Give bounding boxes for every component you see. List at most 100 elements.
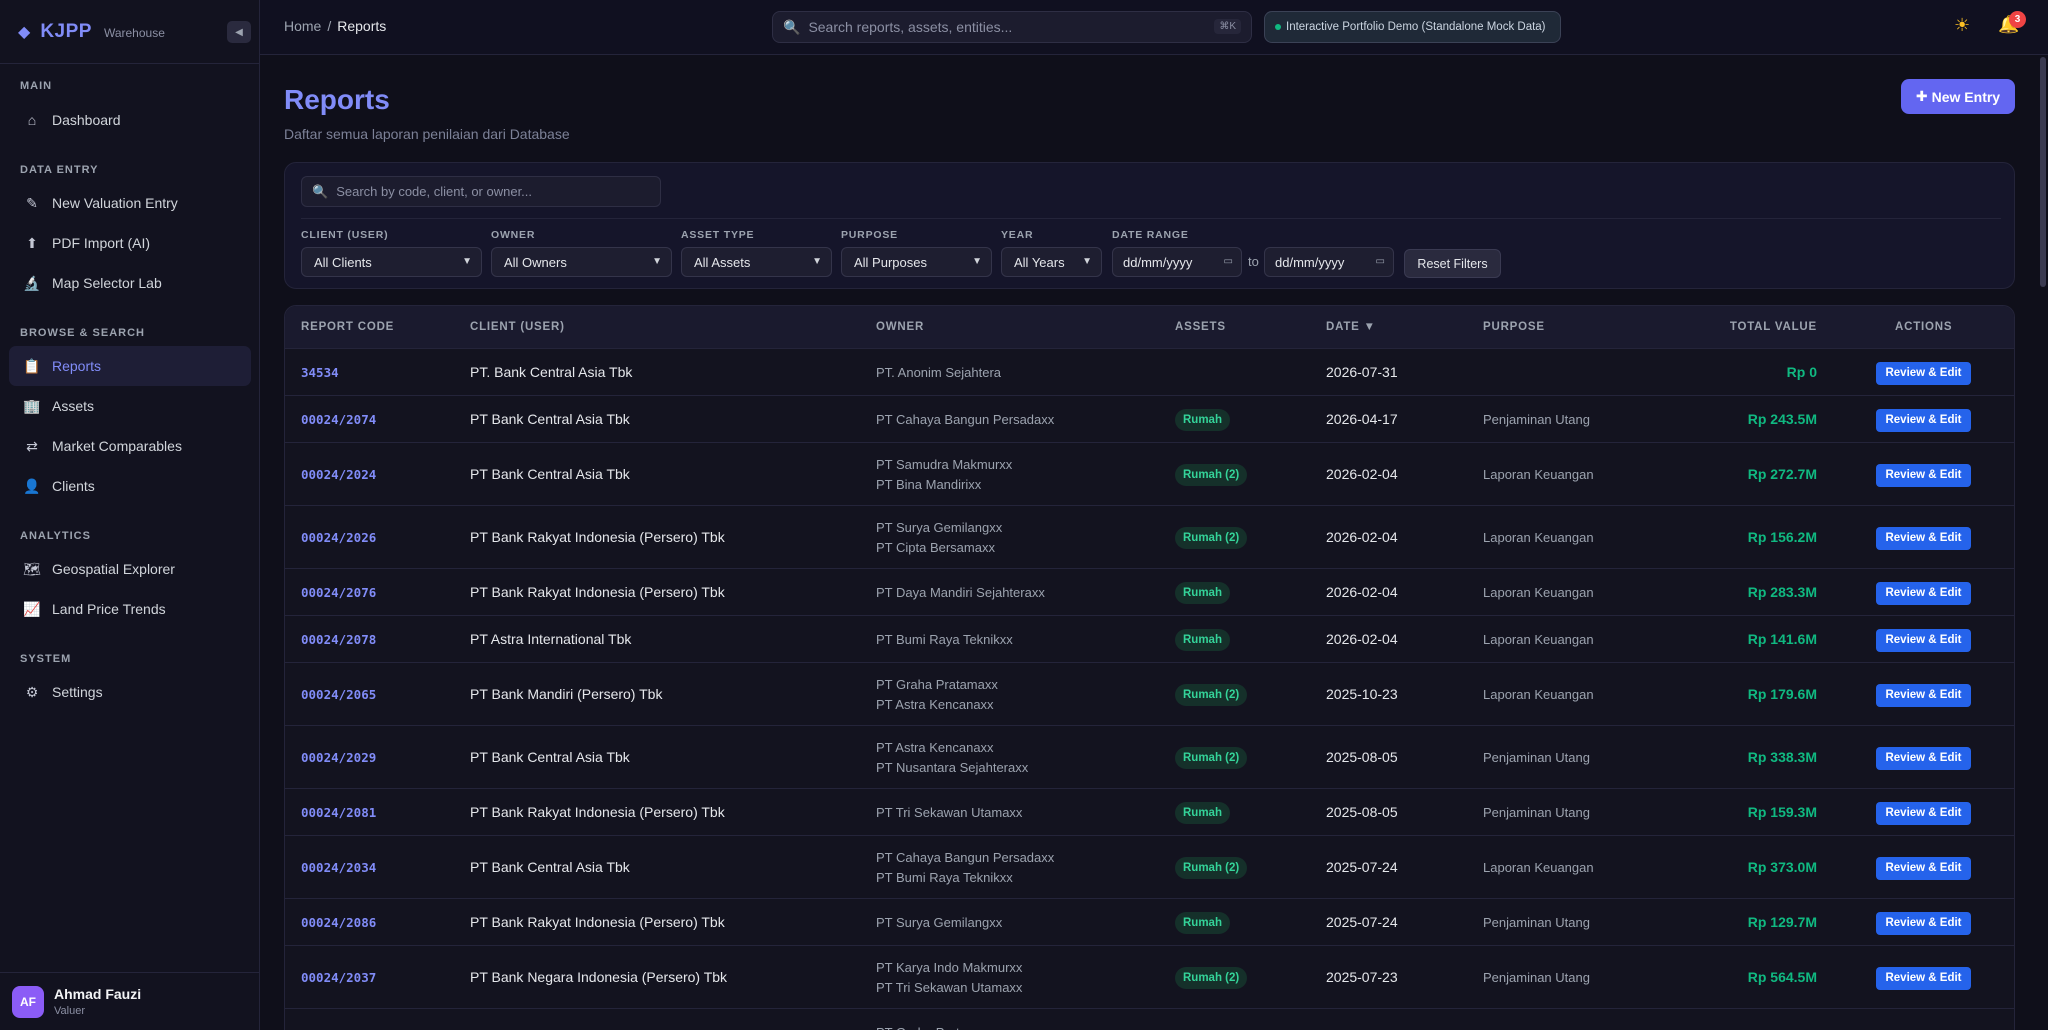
column-header-owner[interactable]: OWNER <box>876 321 924 333</box>
owner-name: PT Karya Indo Makmurxx <box>876 959 1023 975</box>
scrollbar[interactable] <box>2040 57 2046 287</box>
column-header-actions: ACTIONS <box>1895 321 1953 333</box>
filter-panel: 🔍 Search by code, client, or owner... CL… <box>284 162 2015 289</box>
review-edit-button[interactable]: Review & Edit <box>1876 911 1971 935</box>
total-value: Rp 129.7M <box>1747 913 1817 930</box>
review-edit-button[interactable]: Review & Edit <box>1876 526 1971 550</box>
sidebar-item-label: Geospatial Explorer <box>52 561 175 577</box>
owner-list: PT Surya Gemilangxx PT Cipta Bersamaxx <box>876 518 1002 558</box>
sidebar-item-land-price-trends[interactable]: 📈 Land Price Trends <box>9 589 251 629</box>
report-code-link[interactable]: 00024/2078 <box>301 632 376 647</box>
sidebar-item-geospatial-explorer[interactable]: 🗺 Geospatial Explorer <box>9 549 251 589</box>
collapse-sidebar-button[interactable]: ◀ <box>227 21 251 43</box>
sidebar-item-dashboard[interactable]: ⌂ Dashboard <box>9 100 251 140</box>
review-edit-button[interactable]: Review & Edit <box>1876 361 1971 385</box>
brand: ◆ KJPP Warehouse <box>0 0 259 64</box>
column-header-assets[interactable]: ASSETS <box>1175 321 1226 333</box>
year-filter-select[interactable]: All Years ▼ <box>1001 247 1102 277</box>
report-code-link[interactable]: 00024/2037 <box>301 970 376 985</box>
report-code-link[interactable]: 00024/2074 <box>301 412 376 427</box>
table-row: PT Graha Pratamaxx <box>285 1008 2014 1030</box>
owner-filter-select[interactable]: All Owners ▼ <box>491 247 672 277</box>
owner-name: PT Tri Sekawan Utamaxx <box>876 979 1023 995</box>
sun-icon[interactable]: ☀ <box>1954 15 1970 36</box>
owner-list: PT Graha Pratamaxx PT Astra Kencanaxx <box>876 675 998 715</box>
review-edit-button[interactable]: Review & Edit <box>1876 581 1971 605</box>
report-code-link[interactable]: 00024/2034 <box>301 860 376 875</box>
reset-filters-button[interactable]: Reset Filters <box>1404 249 1501 278</box>
sidebar-item-label: Settings <box>52 684 103 700</box>
asset-badge: Rumah (2) <box>1175 683 1248 706</box>
sidebar-item-settings[interactable]: ⚙ Settings <box>9 672 251 712</box>
column-header-date[interactable]: DATE ▼ <box>1326 321 1376 333</box>
review-edit-button[interactable]: Review & Edit <box>1876 628 1971 652</box>
sidebar-item-market-comparables[interactable]: ⇄ Market Comparables <box>9 426 251 466</box>
sidebar-item-clients[interactable]: 👤 Clients <box>9 466 251 506</box>
date-to-input[interactable]: dd/mm/yyyy ▭ <box>1264 247 1394 277</box>
owner-list: PT Astra Kencanaxx PT Nusantara Sejahtera… <box>876 738 1028 778</box>
user-name: Ahmad Fauzi <box>54 986 142 1002</box>
table-row: 00024/2037 PT Bank Negara Indonesia (Pers… <box>285 945 2014 1008</box>
global-search-input[interactable]: 🔍 Search reports, assets, entities... ⌘K <box>772 11 1252 43</box>
owner-list: PT Tri Sekawan Utamaxx <box>876 803 1022 823</box>
owner-list: PT Daya Mandiri Sejahteraxx <box>876 583 1045 603</box>
client-filter-select[interactable]: All Clients ▼ <box>301 247 482 277</box>
report-code-link[interactable]: 00024/2026 <box>301 530 376 545</box>
table-row: 00024/2074 PT Bank Central Asia Tbk PT Cah… <box>285 395 2014 442</box>
report-purpose: Penjaminan Utang <box>1483 804 1590 820</box>
review-edit-button[interactable]: Review & Edit <box>1876 683 1971 707</box>
avatar: AF <box>12 985 44 1018</box>
report-purpose: Penjaminan Utang <box>1483 914 1590 930</box>
nav-section-title: MAIN <box>20 80 53 92</box>
new-entry-label: New Entry <box>1931 88 2001 105</box>
pencil-icon: ✎ <box>26 194 38 211</box>
report-code-link[interactable]: 00024/2076 <box>301 585 376 600</box>
review-edit-button[interactable]: Review & Edit <box>1876 801 1971 825</box>
report-code-link[interactable]: 00024/2086 <box>301 915 376 930</box>
report-code-link[interactable]: 34534 <box>301 365 339 380</box>
nav-section-title: DATA ENTRY <box>20 164 99 176</box>
breadcrumb-home[interactable]: Home <box>284 18 321 34</box>
client-name: PT Bank Rakyat Indonesia (Persero) Tbk <box>470 583 725 600</box>
user-profile[interactable]: AF Ahmad Fauzi Valuer <box>0 972 260 1030</box>
asset-badge: Rumah (2) <box>1175 746 1248 769</box>
breadcrumb: Home / Reports <box>284 18 386 34</box>
sidebar-item-assets[interactable]: 🏢 Assets <box>9 386 251 426</box>
sidebar-item-pdf-import-ai[interactable]: ⬆ PDF Import (AI) <box>9 223 251 263</box>
column-header-report-code[interactable]: REPORT CODE <box>301 321 394 333</box>
asset-badge: Rumah <box>1175 911 1230 934</box>
new-entry-button[interactable]: ✚ New Entry <box>1901 79 2015 114</box>
owner-name: PT Bumi Raya Teknikxx <box>876 631 1013 647</box>
review-edit-button[interactable]: Review & Edit <box>1876 746 1971 770</box>
review-edit-button[interactable]: Review & Edit <box>1876 856 1971 880</box>
review-edit-button[interactable]: Review & Edit <box>1876 408 1971 432</box>
sidebar-item-map-selector-lab[interactable]: 🔬 Map Selector Lab <box>9 263 251 303</box>
microscope-icon: 🔬 <box>23 274 41 291</box>
column-header-client[interactable]: CLIENT (USER) <box>470 321 565 333</box>
owner-name: PT Samudra Makmurxx <box>876 456 1013 472</box>
report-code-link[interactable]: 00024/2024 <box>301 467 376 482</box>
column-header-total-value[interactable]: TOTAL VALUE <box>1730 321 1817 333</box>
date-from-input[interactable]: dd/mm/yyyy ▭ <box>1112 247 1242 277</box>
table-row: 00024/2026 PT Bank Rakyat Indonesia (Pers… <box>285 505 2014 568</box>
total-value: Rp 159.3M <box>1747 803 1817 820</box>
sidebar-item-label: PDF Import (AI) <box>52 235 151 251</box>
owner-list: PT Cahaya Bangun Persadaxx <box>876 410 1054 430</box>
status-dot-icon <box>1275 24 1281 30</box>
report-code-link[interactable]: 00024/2081 <box>301 805 376 820</box>
report-code-link[interactable]: 00024/2065 <box>301 687 376 702</box>
review-edit-button[interactable]: Review & Edit <box>1876 463 1971 487</box>
filter-search-input[interactable]: 🔍 Search by code, client, or owner... <box>301 176 661 207</box>
owner-list: PT Surya Gemilangxx <box>876 913 1002 933</box>
review-edit-button[interactable]: Review & Edit <box>1876 966 1971 990</box>
sidebar-item-reports[interactable]: 📋 Reports <box>9 346 251 386</box>
column-header-purpose[interactable]: PURPOSE <box>1483 321 1545 333</box>
divider <box>301 218 2001 219</box>
table-row: 00024/2034 PT Bank Central Asia Tbk PT Cah… <box>285 835 2014 898</box>
client-filter-value: All Clients <box>314 254 372 270</box>
table-header: REPORT CODE CLIENT (USER) OWNER ASSETS D… <box>285 306 2014 348</box>
purpose-filter-select[interactable]: All Purposes ▼ <box>841 247 992 277</box>
report-code-link[interactable]: 00024/2029 <box>301 750 376 765</box>
sidebar-item-new-valuation-entry[interactable]: ✎ New Valuation Entry <box>9 183 251 223</box>
asset-type-filter-select[interactable]: All Assets ▼ <box>681 247 832 277</box>
